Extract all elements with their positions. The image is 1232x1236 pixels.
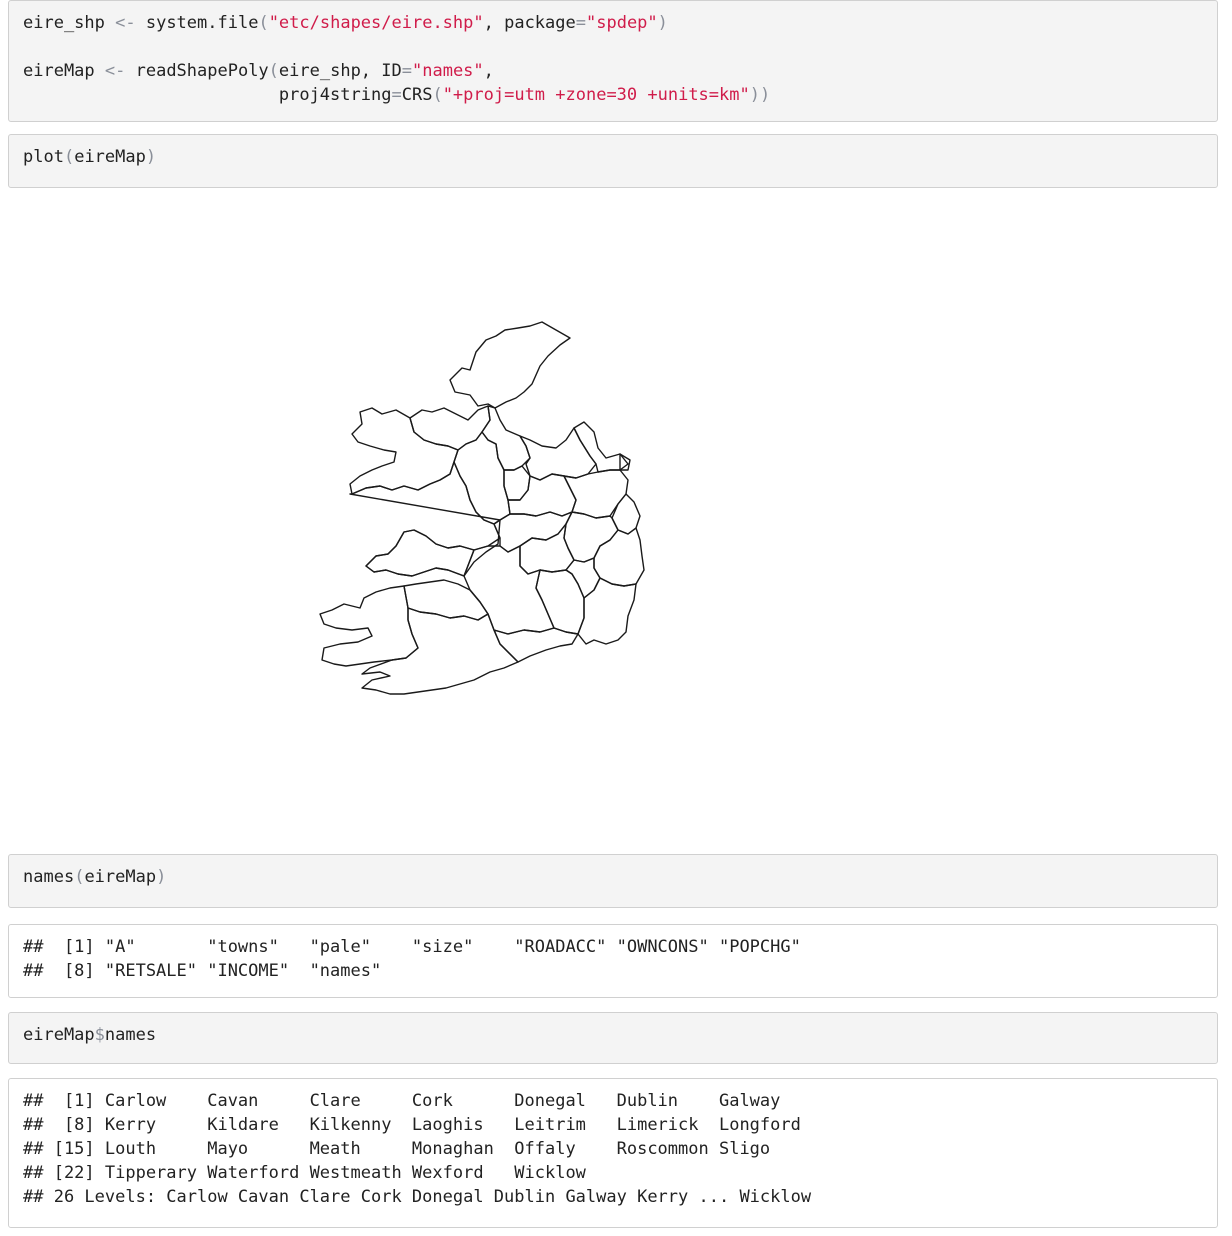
token-string: "+proj=utm +zone=30 +units=km"	[442, 85, 750, 105]
token-text: eire_shp, ID	[278, 61, 402, 81]
output-line: ## 26 Levels: Carlow Cavan Clare Cork Do…	[23, 1185, 1203, 1209]
code-line: eireMap$names	[23, 1023, 1203, 1047]
code-line: eire_shp <- system.file("etc/shapes/eire…	[23, 11, 1203, 35]
code-chunk-load: eire_shp <- system.file("etc/shapes/eire…	[8, 0, 1218, 122]
token-text: ## [8] Kerry Kildare Kilkenny Laoghis Le…	[23, 1115, 801, 1135]
token-text: eire_shp	[23, 13, 116, 33]
code-chunk-names: names(eireMap)	[8, 854, 1218, 908]
county-laoghis-shape	[519, 523, 575, 575]
token-operator: )	[657, 13, 668, 33]
token-text: readShapePoly	[125, 61, 269, 81]
county-sligo-shape	[409, 405, 491, 451]
county-wicklow-shape	[593, 527, 645, 587]
token-text: ## [8] "RETSALE" "INCOME" "names"	[23, 961, 382, 981]
token-text: ## [1] "A" "towns" "pale" "size" "ROADAC…	[23, 937, 801, 957]
county-waterford-shape	[493, 627, 579, 663]
county-limerick-shape	[403, 579, 489, 621]
county-wexford-shape	[577, 577, 637, 645]
token-string: "etc/shapes/eire.shp"	[268, 13, 484, 33]
output-names: ## [1] "A" "towns" "pale" "size" "ROADAC…	[8, 924, 1218, 998]
county-donegal-shape	[449, 321, 571, 409]
token-operator: <-	[115, 13, 136, 33]
token-text: names	[23, 867, 75, 887]
token-operator: (	[258, 13, 269, 33]
code-chunk-plot: plot(eireMap)	[8, 134, 1218, 188]
code-line: proj4string=CRS("+proj=utm +zone=30 +uni…	[23, 83, 1203, 107]
token-string: "spdep"	[586, 13, 658, 33]
token-text: ## [15] Louth Mayo Meath Monaghan Offaly…	[23, 1139, 771, 1159]
county-leitrim-shape	[481, 405, 531, 471]
token-text: ## [22] Tipperary Waterford Westmeath We…	[23, 1163, 586, 1183]
token-operator: =	[575, 13, 586, 33]
token-string: "names"	[412, 61, 484, 81]
token-operator: =	[401, 61, 412, 81]
output-line: ## [15] Louth Mayo Meath Monaghan Offaly…	[23, 1137, 1203, 1161]
token-text: eireMap	[23, 1025, 95, 1045]
eire-map-svg	[319, 321, 645, 695]
county-longford-shape	[503, 465, 531, 501]
output-line: ## [1] "A" "towns" "pale" "size" "ROADAC…	[23, 935, 1203, 959]
token-text: ## 26 Levels: Carlow Cavan Clare Cork Do…	[23, 1187, 812, 1207]
token-operator: (	[63, 147, 75, 167]
token-text: system.file	[135, 13, 259, 33]
code-chunk-dollar-names: eireMap$names	[8, 1012, 1218, 1064]
token-operator: <-	[104, 61, 126, 81]
token-text: eireMap	[23, 61, 105, 81]
county-roscommon-shape	[453, 431, 511, 525]
output-line: ## [8] Kerry Kildare Kilkenny Laoghis Le…	[23, 1113, 1203, 1137]
county-cavan-shape	[519, 427, 597, 481]
token-operator: (	[74, 867, 85, 887]
token-text: proj4string	[23, 85, 392, 105]
token-text: ,	[483, 61, 494, 81]
county-kerry-shape	[319, 585, 419, 667]
output-line: ## [8] "RETSALE" "INCOME" "names"	[23, 959, 1203, 983]
token-operator: (	[268, 61, 279, 81]
county-mayo-shape	[349, 407, 459, 495]
output-line: ## [22] Tipperary Waterford Westmeath We…	[23, 1161, 1203, 1185]
county-carlow-shape	[565, 557, 601, 599]
token-text: , package	[483, 13, 576, 33]
token-text: plot	[23, 147, 64, 167]
output-line: ## [1] Carlow Cavan Clare Cork Donegal D…	[23, 1089, 1203, 1113]
token-text: eireMap	[74, 147, 146, 167]
token-operator: )	[145, 147, 157, 167]
eire-county-map-plot	[300, 300, 670, 720]
token-text: ## [1] Carlow Cavan Clare Cork Donegal D…	[23, 1091, 781, 1111]
county-clare-shape	[365, 529, 475, 577]
county-meath-shape	[563, 469, 629, 519]
token-operator: )	[156, 867, 167, 887]
county-cork-shape	[361, 607, 519, 695]
token-text: names	[104, 1025, 157, 1045]
code-line: plot(eireMap)	[23, 145, 1203, 169]
code-line: eireMap <- readShapePoly(eire_shp, ID="n…	[23, 59, 1203, 83]
token-text: eireMap	[84, 867, 157, 887]
token-operator: ))	[749, 85, 771, 105]
county-boundaries	[319, 321, 645, 695]
token-operator: (	[432, 85, 443, 105]
county-kildare-shape	[563, 511, 619, 563]
token-dollar: $	[94, 1025, 105, 1045]
code-line: names(eireMap)	[23, 865, 1203, 889]
token-text: CRS	[401, 85, 433, 105]
token-operator: =	[391, 85, 402, 105]
output-levels: ## [1] Carlow Cavan Clare Cork Donegal D…	[8, 1078, 1218, 1228]
